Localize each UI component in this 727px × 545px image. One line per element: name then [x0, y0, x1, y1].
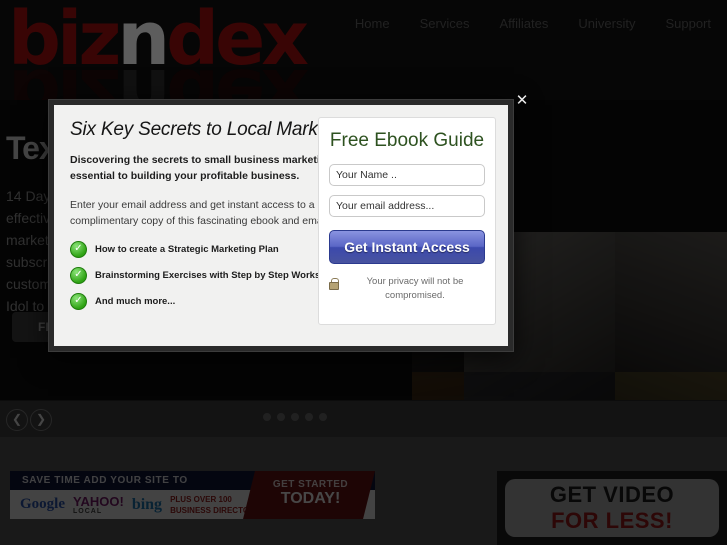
- ebook-modal: Six Key Secrets to Local Marketing Disco…: [48, 99, 514, 352]
- check-circle-icon: ✓: [70, 293, 87, 310]
- lock-icon: [329, 278, 339, 290]
- form-heading: Free Ebook Guide: [329, 130, 485, 151]
- benefit-label: How to create a Strategic Marketing Plan: [95, 244, 279, 255]
- get-instant-access-button[interactable]: Get Instant Access: [329, 230, 485, 264]
- privacy-note: Your privacy will not be compromised.: [329, 275, 485, 303]
- check-circle-icon: ✓: [70, 241, 87, 258]
- close-icon[interactable]: ✕: [511, 89, 533, 111]
- signup-form-panel: Free Ebook Guide Get Instant Access Your…: [318, 117, 496, 325]
- check-circle-icon: ✓: [70, 267, 87, 284]
- page-root: bizndex bizndex Home Services Affiliates…: [0, 0, 727, 545]
- email-input[interactable]: [329, 195, 485, 217]
- benefit-label: Brainstorming Exercises with Step by Ste…: [95, 270, 346, 281]
- benefit-label: And much more...: [95, 296, 176, 307]
- name-input[interactable]: [329, 164, 485, 186]
- privacy-text: Your privacy will not be compromised.: [366, 276, 464, 301]
- modal-content: Six Key Secrets to Local Marketing Disco…: [54, 105, 508, 346]
